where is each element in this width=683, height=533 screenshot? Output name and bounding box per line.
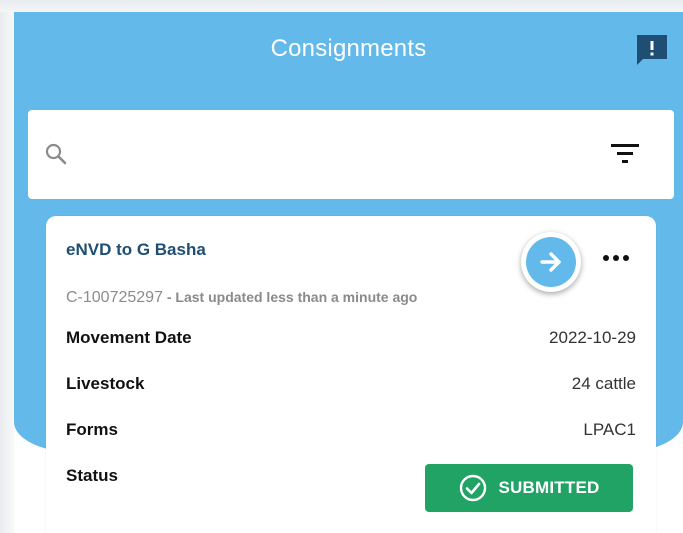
window-edge-left: [0, 0, 14, 533]
consignments-page: Consignments eNVD to G Basha C-100725297…: [14, 12, 683, 533]
check-circle-icon: [459, 474, 486, 502]
forms-label: Forms: [66, 420, 118, 439]
consignment-title: eNVD to G Basha: [66, 240, 206, 259]
filter-icon[interactable]: [610, 141, 640, 165]
more-horizontal-icon: [603, 255, 629, 261]
arrow-right-icon: [526, 237, 576, 287]
feedback-alert-icon[interactable]: [635, 33, 669, 67]
movement-date-row: Movement Date 2022-10-29: [66, 326, 636, 350]
movement-date-label: Movement Date: [66, 328, 192, 347]
livestock-value: 24 cattle: [571, 374, 636, 393]
status-text: SUBMITTED: [498, 478, 600, 497]
open-consignment-button[interactable]: [521, 232, 581, 292]
more-options-button[interactable]: [596, 246, 636, 270]
consignment-id: C-100725297: [66, 289, 163, 306]
app-screen: Consignments eNVD to G Basha C-100725297…: [0, 0, 683, 533]
livestock-row: Livestock 24 cattle: [66, 372, 636, 396]
consignment-card[interactable]: eNVD to G Basha C-100725297 - Last updat…: [46, 216, 656, 533]
last-updated-text: Last updated less than a minute ago: [175, 289, 418, 305]
app-header: Consignments: [14, 12, 683, 90]
movement-date-value: 2022-10-29: [549, 328, 636, 347]
livestock-label: Livestock: [66, 374, 145, 393]
status-row: Status: [66, 464, 416, 488]
status-label: Status: [66, 466, 118, 485]
search-bar: [28, 110, 674, 199]
search-input[interactable]: [80, 136, 600, 172]
consignment-subtitle: C-100725297 - Last updated less than a m…: [66, 289, 417, 307]
status-badge: SUBMITTED: [425, 464, 633, 512]
window-edge-top: [0, 0, 683, 12]
forms-value: LPAC1: [583, 420, 636, 439]
page-title: Consignments: [270, 35, 427, 62]
search-icon[interactable]: [44, 142, 68, 166]
forms-row: Forms LPAC1: [66, 418, 636, 442]
subtitle-separator: -: [162, 289, 176, 305]
